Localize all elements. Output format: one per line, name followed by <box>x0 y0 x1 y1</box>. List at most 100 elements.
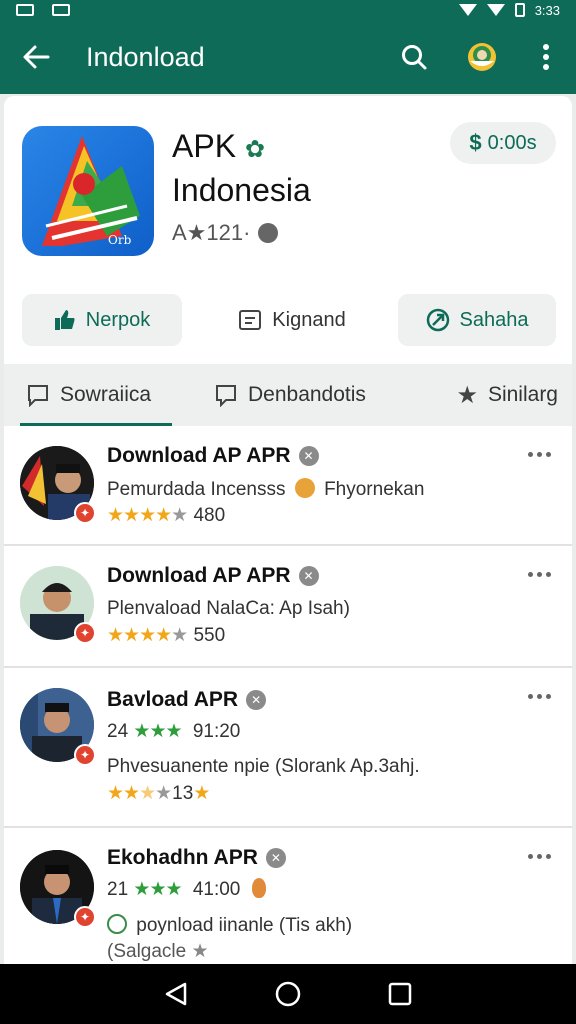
search-button[interactable] <box>380 20 448 94</box>
document-icon <box>239 310 262 330</box>
chat-icon <box>28 385 48 407</box>
app-name: APK ✿ Indonesia <box>172 126 311 210</box>
item-more-button[interactable] <box>522 452 556 472</box>
item-title-text: Download AP APR <box>107 564 291 587</box>
star-icon: ★ <box>456 381 478 409</box>
app-badge-icon: ✦ <box>74 622 96 644</box>
app-header: Orb APK ✿ Indonesia A★121· $ 0:00s <box>4 96 572 286</box>
item-description: Phvesuanente npie (Slorank Ap.3ahj. <box>107 756 420 778</box>
item-subtext-text: (Salgacle <box>107 941 187 962</box>
price-chip[interactable]: $ 0:00s <box>450 122 556 164</box>
account-button[interactable] <box>448 20 516 94</box>
tab-2[interactable]: Denbandotis <box>184 364 414 426</box>
status-time: 3:33 <box>534 2 560 18</box>
verified-icon: ✕ <box>298 446 319 466</box>
comment-icon <box>216 385 236 407</box>
tab-label-2: Denbandotis <box>248 383 366 406</box>
stats-value: 91:20 <box>192 721 241 742</box>
stats-prefix: 24 <box>107 721 129 742</box>
tab-1[interactable]: Sowraiica <box>4 364 184 426</box>
tab-label-3: Sinilarg <box>487 383 558 406</box>
info-icon <box>258 223 279 243</box>
action-label-3: Sahaha <box>459 308 529 331</box>
app-badge-icon: ✦ <box>74 906 96 928</box>
tab-3[interactable]: ★ Sinilarg <box>414 364 572 426</box>
item-title-text: Ekohadhn APR <box>107 846 258 869</box>
gallery-notification-icon <box>16 4 34 16</box>
app-badge-icon: ✦ <box>74 502 96 524</box>
list-item[interactable]: ✦ Download AP APR ✕ Pemurdada Incensss F… <box>4 426 572 546</box>
item-rating: ★★★★★ 550 <box>107 624 225 647</box>
item-title: Ekohadhn APR ✕ <box>107 846 286 870</box>
item-description-text: poynload iinanle (Tis akh) <box>136 915 353 936</box>
rating-star-empty: ★ <box>155 783 173 804</box>
more-vert-icon <box>543 44 549 70</box>
back-button[interactable] <box>0 20 72 94</box>
item-title-text: Bavload APR <box>107 688 239 711</box>
app-badge-icon: ✿ <box>244 136 266 163</box>
verified-icon: ✕ <box>298 566 319 586</box>
item-more-button[interactable] <box>522 694 556 714</box>
thumbs-up-icon <box>54 310 75 330</box>
signal-icon <box>486 4 505 16</box>
rating-star-half: ★ <box>139 783 156 804</box>
price-text: 0:00s <box>487 131 537 154</box>
stats-value: 41:00 <box>192 879 241 900</box>
list-item[interactable]: ✦ Download AP APR ✕ Plenvaload NalaCa: A… <box>4 546 572 668</box>
app-bar: Indonload <box>0 20 576 94</box>
item-description: Plenvaload NalaCa: Ap Isah) <box>107 598 350 620</box>
list-item[interactable]: ✦ Ekohadhn APR ✕ 21 ★★★ 41:00 poynload i… <box>4 828 572 966</box>
item-more-button[interactable] <box>522 572 556 592</box>
back-arrow-icon <box>23 45 50 69</box>
system-nav-bar <box>0 964 576 1024</box>
action-button-2[interactable]: Kignand <box>222 294 362 346</box>
nav-back-button[interactable] <box>156 974 196 1014</box>
account-avatar-icon <box>468 43 496 71</box>
app-meta-text: A★121· <box>172 220 251 245</box>
item-title-text: Download AP APR <box>107 444 291 467</box>
app-notification-icon <box>52 4 70 16</box>
action-button-1[interactable]: Nerpok <box>22 294 182 346</box>
item-more-button[interactable] <box>522 854 556 874</box>
item-description: poynload iinanle (Tis akh) <box>107 914 352 937</box>
rating-value: 550 <box>193 625 226 646</box>
rating-stars: ★★★★ <box>107 505 172 526</box>
overflow-menu-button[interactable] <box>516 20 576 94</box>
tab-bar: Sowraiica Denbandotis ★ Sinilarg <box>4 364 572 426</box>
rating-value: 13 <box>172 783 194 804</box>
item-description-text: Phvesuanente npie (Slorank Ap.3ahj. <box>107 756 420 777</box>
action-button-3[interactable]: Sahaha <box>398 294 556 346</box>
square-recents-icon <box>388 982 412 1006</box>
rating-star-tail: ★ <box>193 783 210 804</box>
app-title: Indonload <box>86 41 205 72</box>
flame-icon <box>251 878 266 898</box>
item-description-extra: Fhyornekan <box>324 479 425 500</box>
item-subtext: (Salgacle ★ <box>107 940 209 963</box>
app-name-line2: Indonesia <box>172 172 311 208</box>
share-icon <box>426 308 449 332</box>
nav-recents-button[interactable] <box>380 974 420 1014</box>
emoji-icon <box>294 478 315 498</box>
item-rating: ★★★★★ 480 <box>107 504 225 527</box>
circle-home-icon <box>275 981 301 1007</box>
app-icon-text: Orb <box>108 233 132 247</box>
tab-label-1: Sowraiica <box>60 383 152 406</box>
wifi-icon <box>458 4 477 16</box>
stats-stars: ★★★ <box>133 879 182 900</box>
item-rating: ★★★★13★ <box>107 782 210 805</box>
action-row: Nerpok Kignand Sahaha <box>4 294 572 348</box>
download-circle-icon <box>107 914 127 934</box>
item-description: Pemurdada Incensss Fhyornekan <box>107 478 424 501</box>
nav-home-button[interactable] <box>268 974 308 1014</box>
search-icon <box>402 45 427 70</box>
rating-star-empty: ★ <box>171 625 189 646</box>
app-badge-icon: ✦ <box>74 744 96 766</box>
status-bar: 3:33 <box>0 0 576 20</box>
dollar-icon: $ <box>469 130 482 155</box>
item-description-text: Plenvaload NalaCa: Ap Isah) <box>107 598 350 619</box>
action-label-1: Nerpok <box>85 308 151 331</box>
list-item[interactable]: ✦ Bavload APR ✕ 24 ★★★ 91:20 Phvesuanent… <box>4 668 572 828</box>
rating-star-empty: ★ <box>171 505 189 526</box>
star-icon: ★ <box>191 941 209 962</box>
stats-stars: ★★★ <box>133 721 182 742</box>
